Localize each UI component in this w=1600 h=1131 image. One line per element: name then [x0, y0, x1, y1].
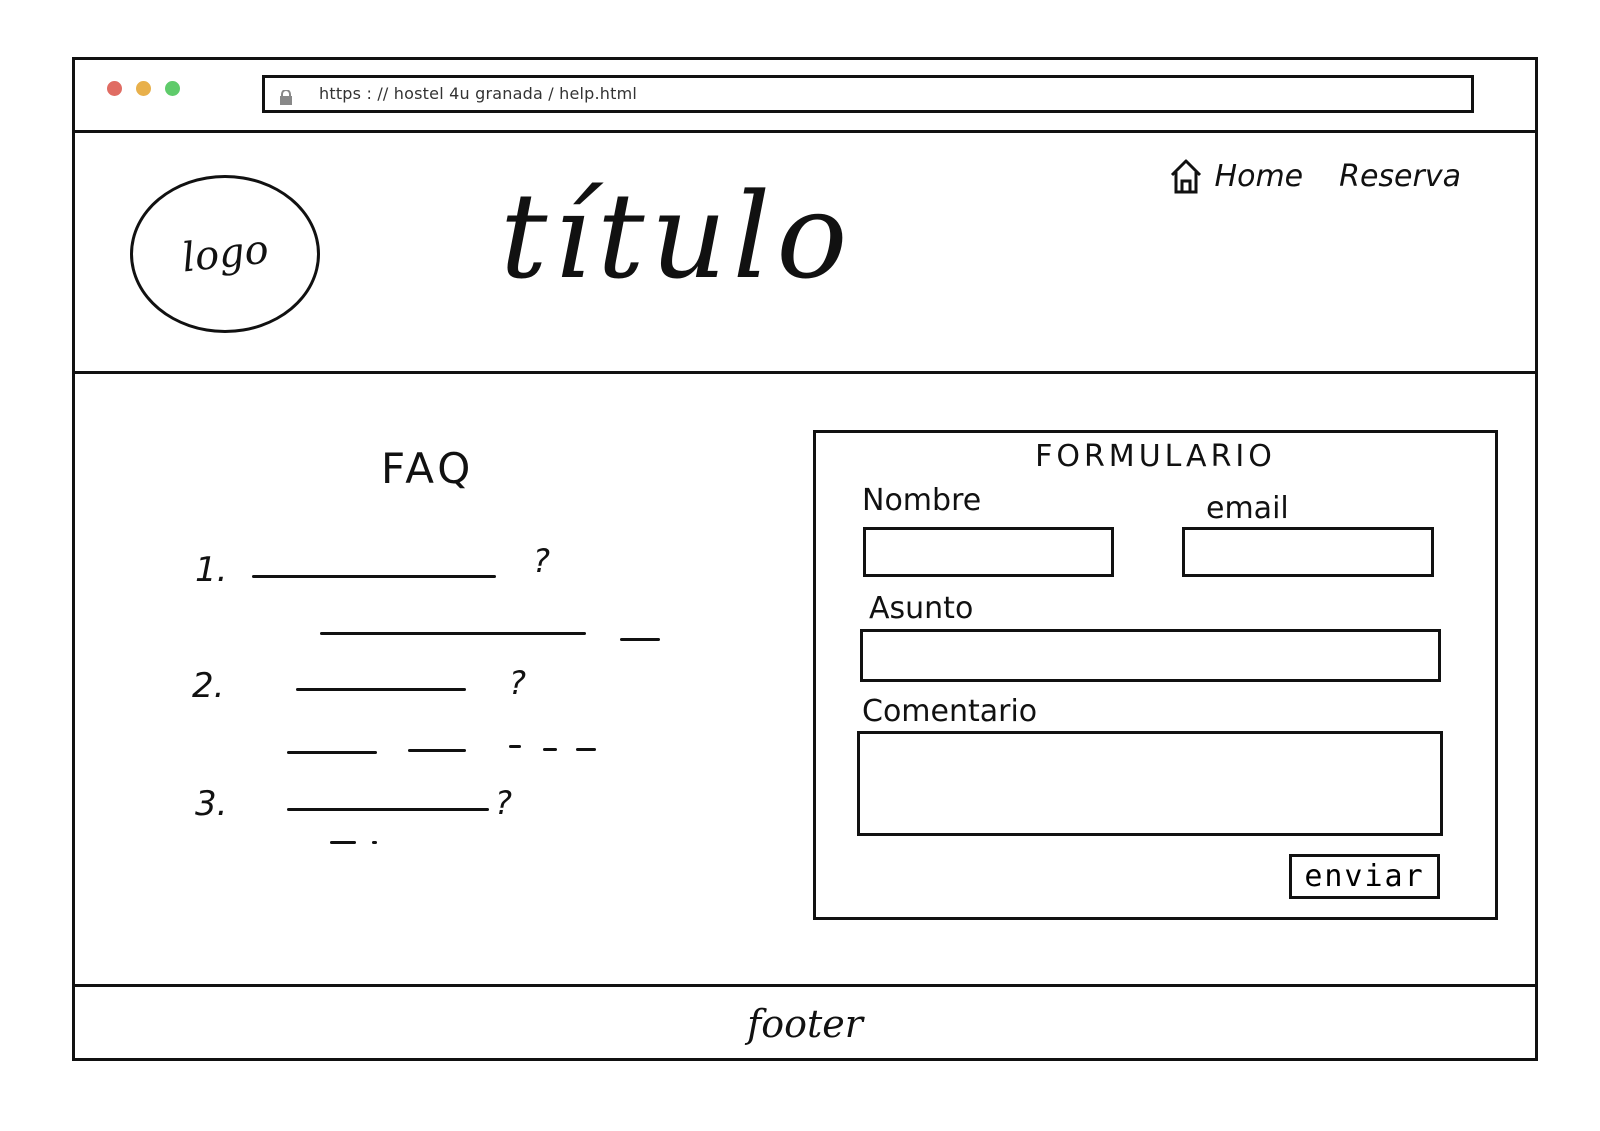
faq-answer-placeholder-line: [330, 841, 356, 844]
address-bar-url: https : // hostel 4u granada / help.html: [319, 84, 638, 103]
faq-answer-placeholder-line: [287, 751, 377, 754]
email-field[interactable]: [1182, 527, 1434, 577]
comment-label: Comentario: [862, 694, 1038, 729]
lock-icon: [280, 90, 292, 105]
site-header: logo título Home Reserva: [75, 133, 1535, 374]
faq-question-mark: ?: [495, 784, 512, 822]
faq-answer-placeholder-line: [543, 748, 557, 751]
faq-question-mark: ?: [533, 542, 550, 580]
comment-field[interactable]: [857, 731, 1443, 836]
send-button[interactable]: enviar: [1289, 854, 1440, 899]
faq-question-placeholder-line: [252, 575, 496, 578]
browser-window: https : // hostel 4u granada / help.html…: [72, 57, 1538, 1061]
faq-question-placeholder-line: [287, 808, 489, 811]
faq-question-placeholder-line: [296, 688, 466, 691]
main-nav: Home Reserva: [1169, 157, 1461, 195]
name-field[interactable]: [863, 527, 1114, 577]
faq-item-number: 1.: [195, 550, 228, 590]
faq-answer-placeholder-line: [620, 638, 660, 641]
faq-answer-placeholder-line: [372, 841, 377, 844]
faq-title: FAQ: [381, 444, 475, 493]
subject-label: Asunto: [869, 591, 974, 626]
browser-titlebar: https : // hostel 4u granada / help.html: [75, 60, 1535, 133]
faq-answer-placeholder-line: [509, 745, 521, 748]
subject-field[interactable]: [860, 629, 1441, 682]
site-footer: footer: [75, 984, 1535, 1061]
faq-answer-placeholder-line: [408, 749, 466, 752]
form-title: FORMULARIO: [1035, 439, 1276, 474]
main-content: FAQ 1. ? 2. ? 3. ? FORMULARIO Nombre ema…: [75, 374, 1535, 967]
name-label: Nombre: [862, 483, 982, 518]
nav-item-reserva-label: Reserva: [1339, 158, 1461, 194]
page-title: título: [500, 167, 854, 305]
address-bar[interactable]: https : // hostel 4u granada / help.html: [262, 75, 1474, 113]
footer-text: footer: [747, 1002, 863, 1046]
faq-question-mark: ?: [509, 664, 526, 702]
nav-item-home[interactable]: Home: [1169, 157, 1304, 195]
contact-form: FORMULARIO Nombre email Asunto Comentari…: [813, 430, 1498, 920]
home-icon: [1170, 159, 1201, 194]
minimize-window-dot[interactable]: [136, 81, 151, 96]
email-label: email: [1206, 491, 1289, 526]
faq-item-number: 2.: [192, 666, 225, 706]
logo-text: logo: [179, 226, 271, 282]
faq-answer-placeholder-line: [576, 748, 596, 751]
nav-item-home-label: Home: [1214, 158, 1304, 194]
close-window-dot[interactable]: [107, 81, 122, 96]
faq-answer-placeholder-line: [320, 632, 586, 635]
faq-item-number: 3.: [195, 784, 228, 824]
maximize-window-dot[interactable]: [165, 81, 180, 96]
nav-item-reserva[interactable]: Reserva: [1339, 159, 1461, 194]
site-logo[interactable]: logo: [130, 175, 320, 333]
